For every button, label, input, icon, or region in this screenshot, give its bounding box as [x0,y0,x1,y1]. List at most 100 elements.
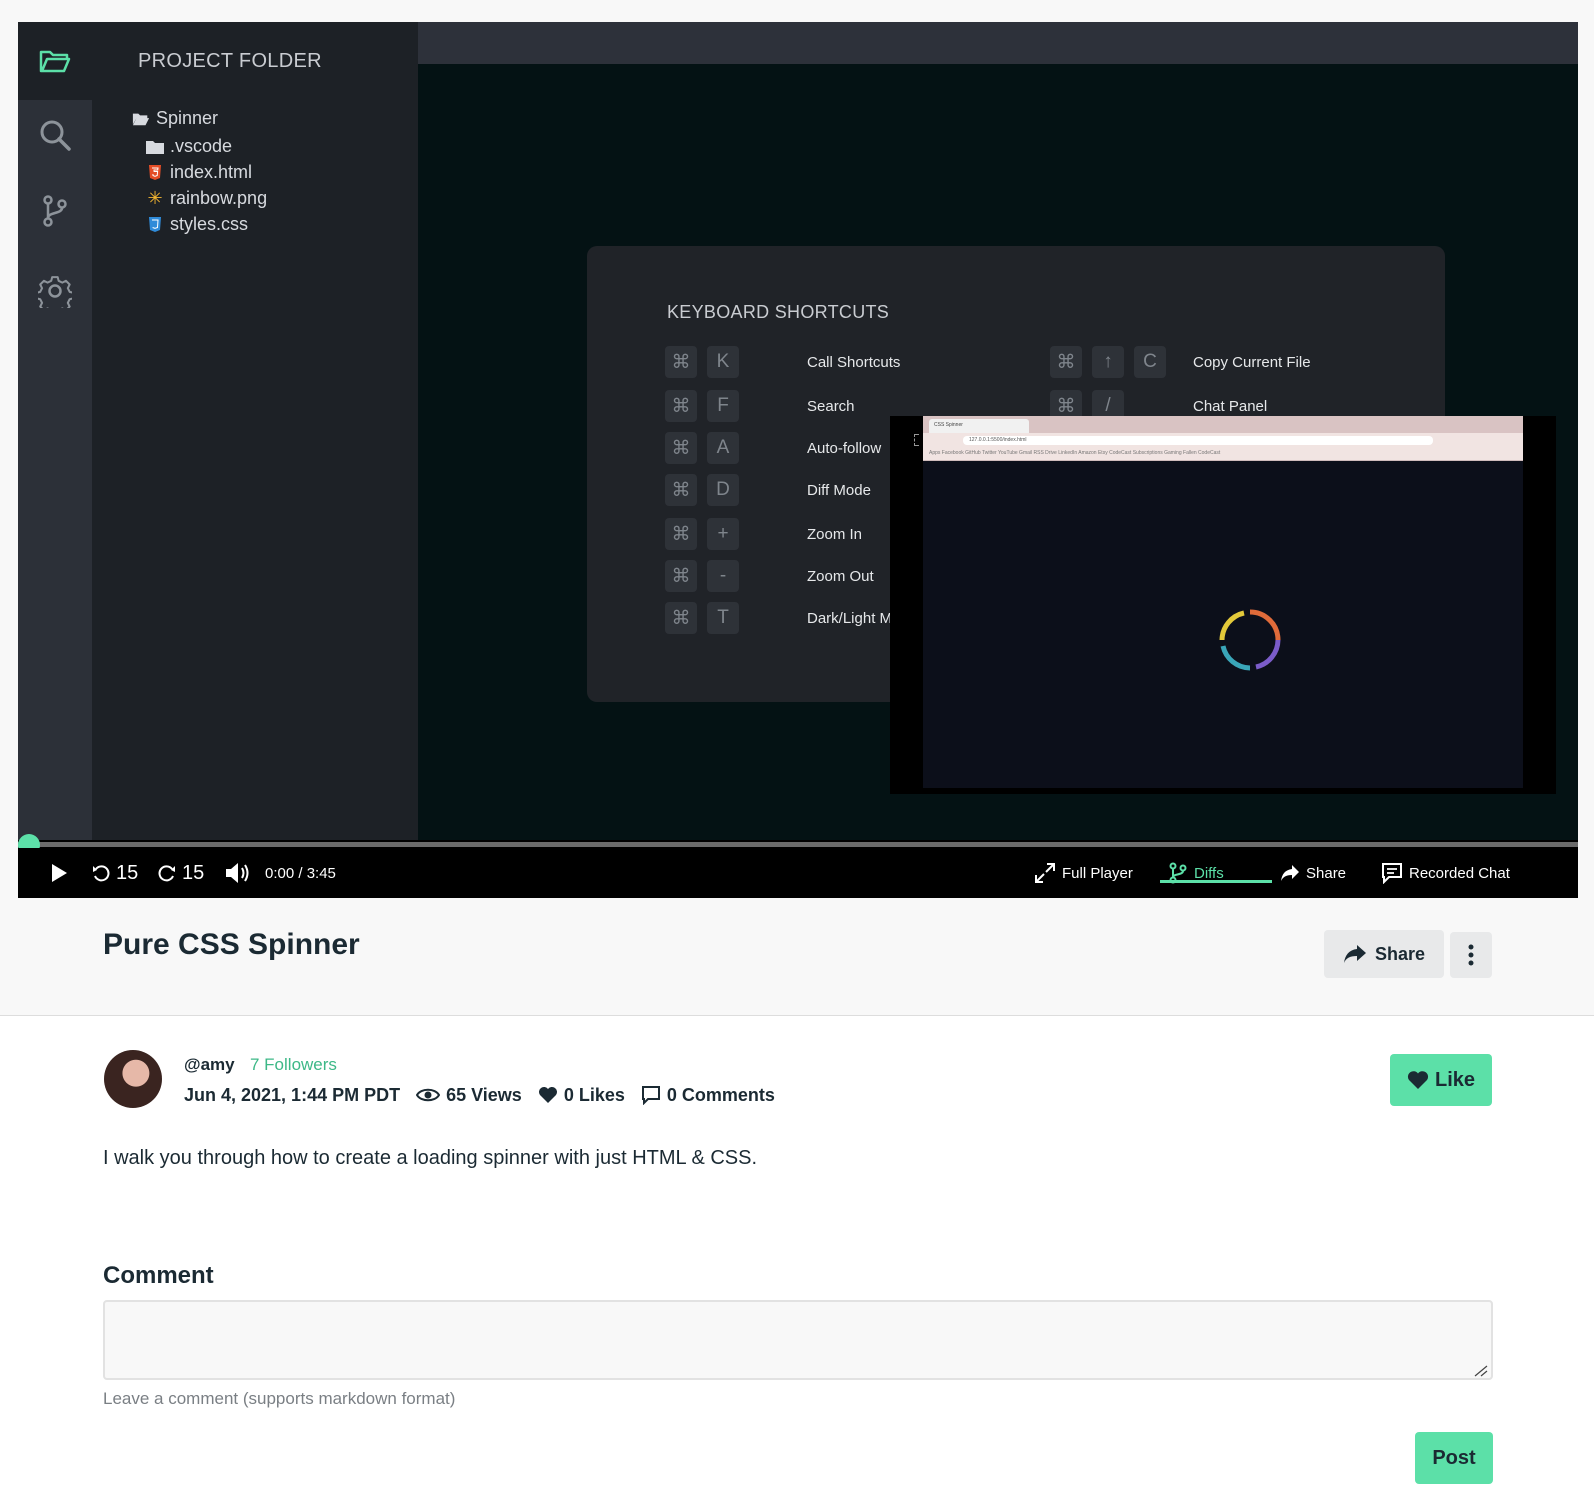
key-d: D [707,474,739,506]
folder-icon [146,140,164,154]
key-cmd: ⌘ [1050,346,1082,378]
rewind-icon [93,865,110,882]
key-c: C [1134,346,1166,378]
browser-window: CSS Spinner 127.0.0.1:5500/index.html Ap… [923,416,1523,788]
file-explorer: PROJECT FOLDER Spinner .vscode index.htm… [92,22,418,840]
author-handle[interactable]: @amy [184,1055,235,1075]
rewind-label: 15 [116,861,139,884]
heart-icon [538,1087,557,1103]
key-minus: - [707,560,739,592]
shortcut-label: Call Shortcuts [807,354,901,371]
video-description: I walk you through how to create a loadi… [103,1147,758,1169]
source-control-icon[interactable] [38,194,72,228]
browser-preview-pane[interactable]: CSS Spinner 127.0.0.1:5500/index.html Ap… [890,416,1556,794]
play-button[interactable] [50,848,68,898]
key-cmd: ⌘ [665,432,697,464]
folder-open-icon [132,111,150,127]
key-cmd: ⌘ [665,560,697,592]
html-file-icon [146,165,164,180]
key-k: K [707,346,739,378]
tree-item-label: styles.css [170,214,249,234]
heart-icon [1407,1071,1429,1089]
key-plus: + [707,518,739,550]
key-t: T [707,602,739,634]
publish-date: Jun 4, 2021, 1:44 PM PDT [184,1084,401,1105]
loading-spinner [1216,606,1284,679]
volume-icon [226,863,249,883]
video-player[interactable]: PROJECT FOLDER Spinner .vscode index.htm… [18,22,1578,898]
avatar[interactable] [104,1050,162,1108]
key-f: F [707,390,739,422]
diffs-active-indicator [1160,880,1272,883]
css-file-icon [146,217,164,232]
gear-icon[interactable] [38,274,72,308]
key-a: A [707,432,739,464]
time-display: 0:00 / 3:45 [265,864,336,882]
like-label: Like [1434,1068,1476,1091]
diffs-label: Diffs [1194,864,1224,882]
tree-item-index-html[interactable]: index.html [146,162,252,183]
eye-icon [416,1088,441,1102]
share-icon [1343,945,1366,963]
ide-activity-bar [18,22,92,840]
share-button[interactable]: Share [1324,930,1444,978]
shortcut-label: Dark/Light Mo [807,610,901,627]
shortcut-label: Zoom In [807,526,863,543]
crop-handle-icon [914,434,919,446]
tree-item-label: rainbow.png [170,188,268,208]
key-cmd: ⌘ [665,390,697,422]
tree-item-label: Spinner [156,108,219,128]
forward-15-button[interactable]: 15 [158,848,204,898]
likes-count: 0 Likes [538,1085,625,1106]
browser-tab-strip: CSS Spinner [923,416,1523,433]
browser-tab: CSS Spinner [929,419,1029,433]
share-icon [1281,865,1299,881]
explorer-title: PROJECT FOLDER [138,50,322,72]
more-options-button[interactable] [1450,932,1492,978]
folder-icon[interactable] [38,44,72,78]
browser-toolbar: 127.0.0.1:5500/index.html [923,433,1523,447]
bookmarks-bar: Apps Facebook GitHub Twitter YouTube Gma… [923,447,1523,461]
shortcut-label: Auto-follow [807,440,882,457]
progress-bar[interactable] [18,842,1578,847]
shortcut-label: Chat Panel [1193,398,1268,415]
key-cmd: ⌘ [665,518,697,550]
forward-label: 15 [182,861,205,884]
editor-tab-bar [418,22,1578,64]
views-count: 65 Views [416,1085,522,1106]
views-label: 65 Views [446,1084,522,1105]
comment-input[interactable] [103,1300,1493,1380]
like-button[interactable]: Like [1390,1054,1492,1106]
tree-item-label: index.html [170,162,253,182]
tree-item-spinner-folder[interactable]: Spinner [132,108,218,129]
share-label: Share [1374,943,1426,964]
image-file-icon: ✳ [147,188,163,208]
expand-icon [1035,863,1055,883]
full-player-button[interactable]: Full Player [1034,848,1133,898]
recorded-chat-button[interactable]: Recorded Chat [1381,848,1510,898]
comment-icon [641,1086,660,1105]
shortcut-label: Zoom Out [807,568,874,585]
tree-item-styles-css[interactable]: styles.css [146,214,248,235]
play-icon [52,864,67,882]
player-share-button[interactable]: Share [1280,848,1346,898]
likes-label: 0 Likes [563,1084,625,1105]
followers-count[interactable]: 7 Followers [250,1055,337,1075]
shortcut-label: Search [807,398,855,415]
key-cmd: ⌘ [665,474,697,506]
player-controls: 15 15 0:00 / 3:45 Full Player Diffs Shar… [18,848,1578,898]
comment-hint: Leave a comment (supports markdown forma… [103,1389,456,1408]
comments-count: 0 Comments [641,1085,775,1106]
search-icon[interactable] [38,118,72,152]
key-cmd: ⌘ [665,602,697,634]
tree-item-rainbow-png[interactable]: ✳ rainbow.png [146,188,267,209]
resize-handle-icon[interactable] [1474,1364,1488,1377]
rewind-15-button[interactable]: 15 [92,848,138,898]
tree-item-vscode-folder[interactable]: .vscode [146,136,232,157]
volume-button[interactable] [224,848,252,898]
chat-icon [1382,863,1402,884]
diffs-tab[interactable]: Diffs [1168,848,1224,898]
recorded-chat-label: Recorded Chat [1409,864,1510,882]
player-share-label: Share [1306,864,1347,882]
post-button[interactable]: Post [1415,1432,1493,1484]
